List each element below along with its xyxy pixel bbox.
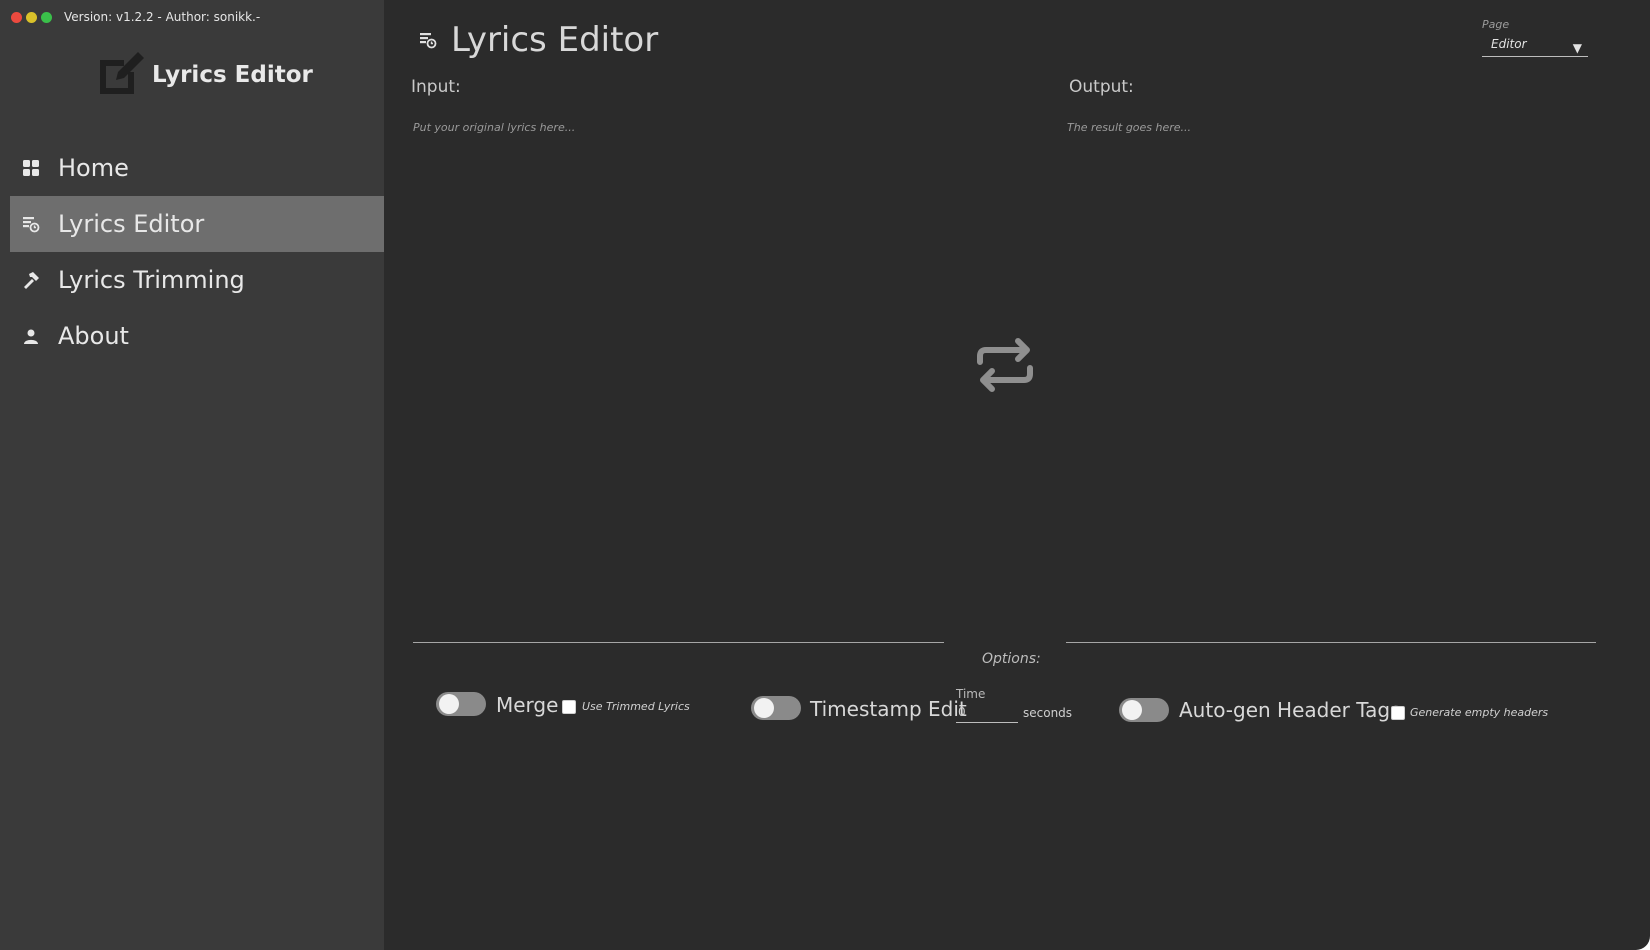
sidebar-nav: Home Lyrics Editor Lyrics Trimming About xyxy=(10,140,384,364)
caret-down-icon: ▼ xyxy=(1572,41,1582,55)
page-select-dropdown[interactable]: Editor ▼ xyxy=(1482,34,1588,57)
app-window: Version: v1.2.2 - Author: sonikk.- Lyric… xyxy=(0,0,1650,950)
person-icon xyxy=(24,329,38,344)
minimize-window-button[interactable] xyxy=(26,12,37,23)
lyrics-editor-icon xyxy=(23,217,40,233)
generate-empty-headers-label: Generate empty headers xyxy=(1410,706,1549,719)
page-select-value: Editor xyxy=(1491,37,1527,51)
lyrics-editor-icon xyxy=(420,33,437,49)
sidebar-item-about[interactable]: About xyxy=(10,308,384,364)
sidebar: Version: v1.2.2 - Author: sonikk.- Lyric… xyxy=(0,0,384,950)
sidebar-item-label: About xyxy=(58,322,129,350)
time-field: Time xyxy=(956,687,1018,723)
hammer-icon xyxy=(24,272,39,289)
time-input[interactable] xyxy=(956,702,1018,723)
brand-title: Lyrics Editor xyxy=(152,62,313,88)
grid-icon xyxy=(23,160,39,176)
auto-gen-header-tags-label: Auto-gen Header Tags xyxy=(1179,698,1401,722)
brand: Lyrics Editor xyxy=(94,46,313,98)
swap-arrows-icon[interactable] xyxy=(974,336,1036,394)
input-textarea[interactable] xyxy=(413,121,921,631)
sidebar-item-home[interactable]: Home xyxy=(10,140,384,196)
main-content: Lyrics Editor Page Editor ▼ Input: Outpu… xyxy=(384,0,1650,950)
options-label: Options: xyxy=(982,651,1041,667)
seconds-unit-label: seconds xyxy=(1023,706,1073,720)
version-text: Version: v1.2.2 - Author: sonikk.- xyxy=(64,10,261,24)
generate-empty-headers-checkbox[interactable] xyxy=(1391,706,1405,720)
use-trimmed-lyrics-label: Use Trimmed Lyrics xyxy=(582,700,690,713)
page-select-label: Page xyxy=(1482,18,1510,31)
toggle-knob xyxy=(439,694,459,714)
merge-label: Merge xyxy=(496,693,559,717)
output-textarea[interactable] xyxy=(1067,121,1587,631)
edit-square-icon xyxy=(100,52,144,94)
page-header: Lyrics Editor xyxy=(419,20,658,60)
close-window-button[interactable] xyxy=(11,12,22,23)
timestamp-edit-label: Timestamp Edit xyxy=(810,697,967,721)
window-controls xyxy=(11,12,52,23)
time-label: Time xyxy=(956,687,986,701)
toggle-knob xyxy=(754,698,774,718)
merge-toggle[interactable] xyxy=(436,692,486,716)
output-label: Output: xyxy=(1069,77,1134,97)
options-divider-left xyxy=(413,642,944,643)
sidebar-item-label: Lyrics Editor xyxy=(58,210,205,238)
sidebar-item-lyrics-trimming[interactable]: Lyrics Trimming xyxy=(10,252,384,308)
page-select[interactable]: Page Editor ▼ xyxy=(1482,18,1588,57)
timestamp-edit-toggle[interactable] xyxy=(751,696,801,720)
toggle-knob xyxy=(1122,700,1142,720)
use-trimmed-lyrics-checkbox[interactable] xyxy=(562,700,576,714)
maximize-window-button[interactable] xyxy=(41,12,52,23)
options-divider-right xyxy=(1066,642,1596,643)
auto-gen-header-tags-toggle[interactable] xyxy=(1119,698,1169,722)
input-label: Input: xyxy=(411,77,461,97)
sidebar-item-label: Home xyxy=(58,154,129,182)
sidebar-item-label: Lyrics Trimming xyxy=(58,266,245,294)
sidebar-item-lyrics-editor[interactable]: Lyrics Editor xyxy=(10,196,384,252)
page-title: Lyrics Editor xyxy=(451,20,659,60)
